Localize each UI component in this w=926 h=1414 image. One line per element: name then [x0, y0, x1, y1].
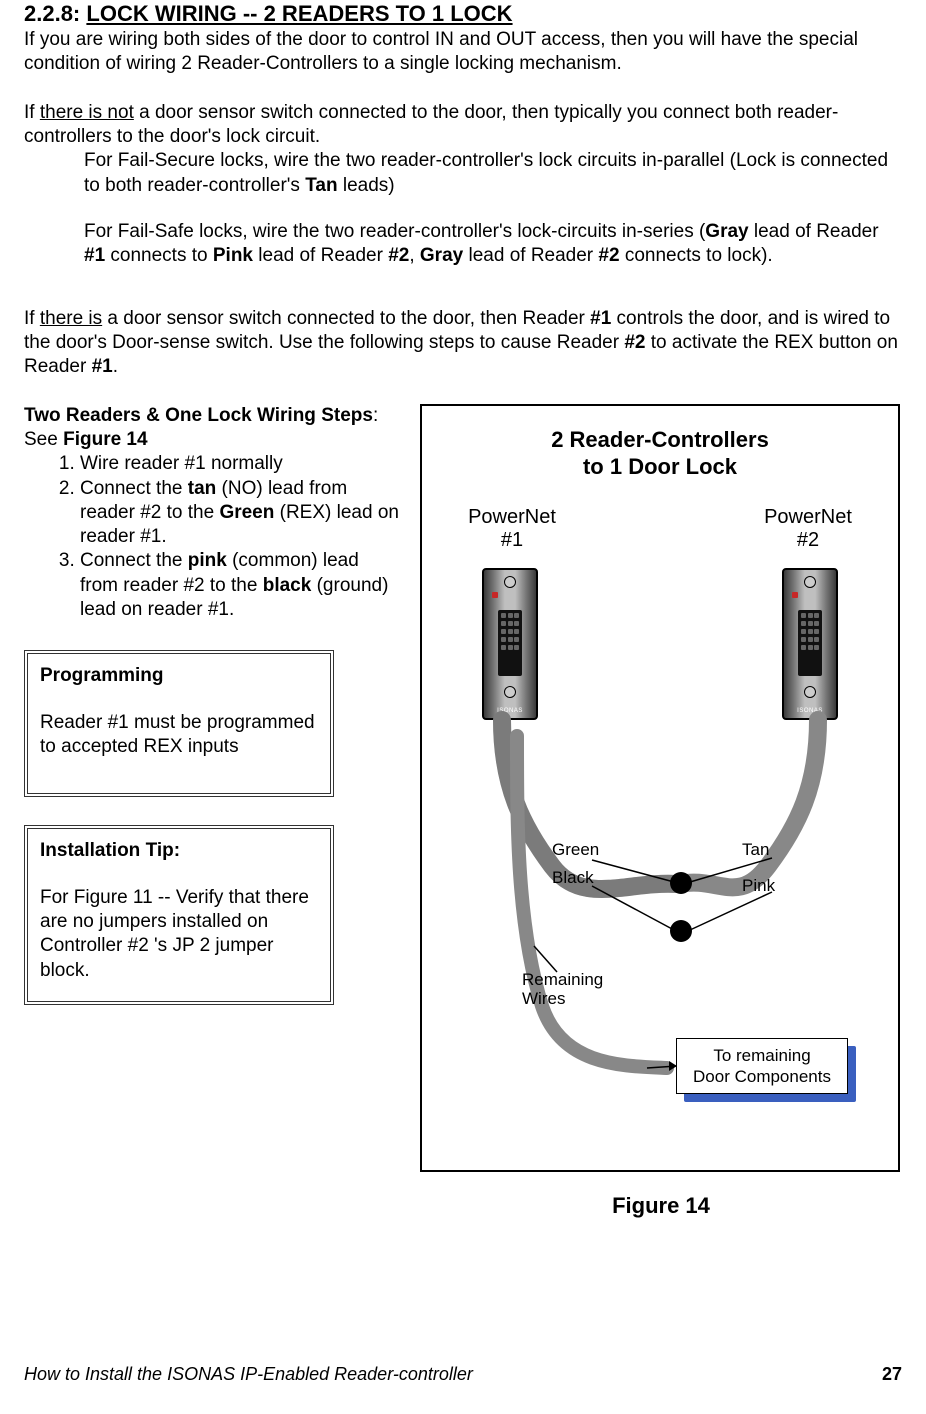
text-bold: Gray [420, 245, 463, 266]
label-remaining-wires: Remaining Wires [522, 970, 603, 1009]
text: To remaining [713, 1046, 810, 1065]
box-body: For Figure 11 -- Verify that there are n… [40, 886, 318, 983]
text: Connect the [80, 550, 188, 571]
text: 2 Reader-Controllers [551, 427, 769, 452]
box-title: Installation Tip: [40, 839, 318, 863]
text-bold: tan [188, 478, 217, 499]
text-bold: #1 [590, 308, 611, 329]
device-brand: ISONAS [484, 708, 536, 716]
text-bold: black [263, 575, 312, 596]
text: For Fail-Safe locks, wire the two reader… [84, 221, 705, 242]
section-title-text: LOCK WIRING -- 2 READERS TO 1 LOCK [86, 1, 512, 26]
text-bold: Green [219, 502, 274, 523]
step-1: Wire reader #1 normally [80, 452, 402, 476]
text: Remaining [522, 970, 603, 989]
installation-tip-box: Installation Tip: For Figure 11 -- Verif… [24, 825, 334, 1005]
text: . [113, 356, 118, 377]
page-footer: How to Install the ISONAS IP-Enabled Rea… [24, 1363, 902, 1386]
callout-box: To remaining Door Components [676, 1038, 848, 1095]
text: to 1 Door Lock [583, 454, 737, 479]
label-powernet-2: PowerNet #2 [748, 506, 868, 552]
text: lead of Reader [253, 245, 388, 266]
text: Door Components [693, 1067, 831, 1086]
label-tan-wire: Tan [742, 840, 769, 860]
section-number: 2.2.8: [24, 1, 80, 26]
text-bold: #1 [84, 245, 105, 266]
device-brand: ISONAS [784, 708, 836, 716]
text-underline: there is not [40, 102, 134, 123]
text-bold: #1 [92, 356, 113, 377]
text: leads) [338, 175, 395, 196]
text-bold: #2 [388, 245, 409, 266]
wire-node-bottom-icon [670, 920, 692, 942]
text: a door sensor switch connected to the do… [102, 308, 590, 329]
text: connects to [105, 245, 213, 266]
text-bold: Pink [213, 245, 253, 266]
page-number: 27 [882, 1363, 902, 1386]
text-bold: Figure 14 [63, 429, 147, 450]
text: #2 [797, 529, 819, 551]
text-bold: #2 [624, 332, 645, 353]
box-body: Reader #1 must be programmed to accepted… [40, 711, 318, 760]
text: Wires [522, 989, 565, 1008]
label-powernet-1: PowerNet #1 [452, 506, 572, 552]
label-black-wire: Black [552, 868, 594, 888]
text: Connect the [80, 478, 188, 499]
step-3: Connect the pink (common) lead from read… [80, 549, 402, 622]
text: , [409, 245, 420, 266]
text: If [24, 102, 40, 123]
no-sensor-paragraph: If there is not a door sensor switch con… [24, 101, 902, 150]
text: lead of Reader [463, 245, 598, 266]
text: If [24, 308, 40, 329]
text-underline: there is [40, 308, 102, 329]
steps-heading: Two Readers & One Lock Wiring Steps: See… [24, 404, 402, 453]
text: lead of Reader [749, 221, 879, 242]
text: Wire reader #1 normally [80, 453, 283, 474]
text: connects to lock). [620, 245, 773, 266]
text-bold: Two Readers & One Lock Wiring Steps [24, 405, 373, 426]
step-2: Connect the tan (NO) lead from reader #2… [80, 477, 402, 550]
figure-title: 2 Reader-Controllers to 1 Door Lock [422, 426, 898, 481]
text: For Fail-Secure locks, wire the two read… [84, 150, 888, 195]
fail-secure-note: For Fail-Secure locks, wire the two read… [24, 149, 902, 198]
wire-node-top-icon [670, 872, 692, 894]
reader-device-1-icon: ISONAS [482, 568, 538, 720]
steps-list: Wire reader #1 normally Connect the tan … [24, 452, 402, 622]
text-bold: #2 [598, 245, 619, 266]
label-green-wire: Green [552, 840, 599, 860]
text: a door sensor switch connected to the do… [24, 102, 838, 147]
text: #1 [501, 529, 523, 551]
reader-device-2-icon: ISONAS [782, 568, 838, 720]
text-bold: Gray [705, 221, 748, 242]
section-heading: 2.2.8: LOCK WIRING -- 2 READERS TO 1 LOC… [24, 0, 902, 28]
text-bold: pink [188, 550, 227, 571]
text: PowerNet [764, 506, 852, 528]
text: PowerNet [468, 506, 556, 528]
box-title: Programming [40, 664, 318, 688]
footer-text: How to Install the ISONAS IP-Enabled Rea… [24, 1363, 473, 1386]
figure-14-diagram: 2 Reader-Controllers to 1 Door Lock Powe… [420, 404, 900, 1172]
programming-box: Programming Reader #1 must be programmed… [24, 650, 334, 797]
figure-caption: Figure 14 [420, 1192, 902, 1220]
label-pink-wire: Pink [742, 876, 775, 896]
text-bold: Tan [305, 175, 337, 196]
with-sensor-paragraph: If there is a door sensor switch connect… [24, 307, 902, 380]
intro-paragraph: If you are wiring both sides of the door… [24, 28, 902, 77]
fail-safe-note: For Fail-Safe locks, wire the two reader… [24, 220, 902, 269]
